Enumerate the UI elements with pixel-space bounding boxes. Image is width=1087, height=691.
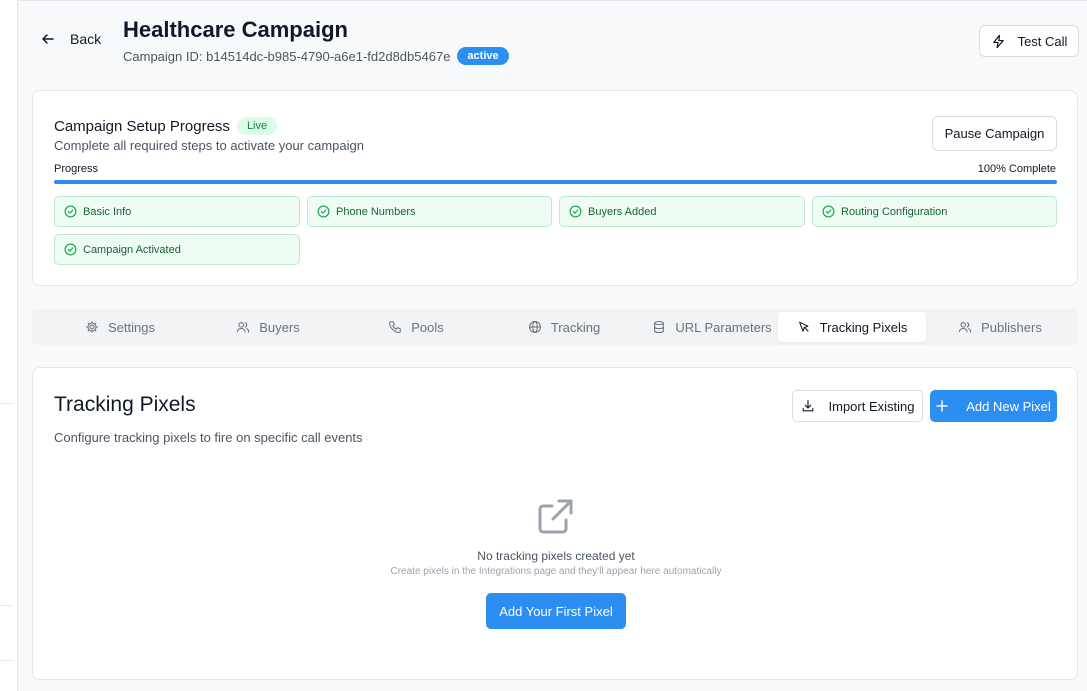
tab-label: Tracking: [550, 319, 601, 335]
progress-title: Campaign Setup Progress: [54, 117, 230, 135]
step-routing-configuration: Routing Configuration: [812, 196, 1057, 227]
tab-publishers[interactable]: Publishers: [926, 312, 1074, 342]
cursor-icon: [798, 321, 809, 332]
users-icon: [237, 322, 250, 333]
download-icon: [802, 400, 813, 412]
add-label: Add New Pixel: [966, 398, 1051, 414]
tab-url-parameters[interactable]: URL Parameters: [638, 312, 786, 342]
step-label: Routing Configuration: [841, 205, 948, 218]
section-title: Tracking Pixels: [54, 393, 196, 416]
empty-state-subtitle: Create pixels in the Integrations page a…: [390, 566, 722, 577]
step-phone-numbers: Phone Numbers: [307, 196, 552, 227]
campaign-id: Campaign ID: b14514dc-b985-4790-a6e1-fd2…: [123, 48, 451, 64]
tab-settings[interactable]: Settings: [46, 312, 194, 342]
tracking-pixels-card: Tracking Pixels Configure tracking pixel…: [32, 367, 1078, 680]
step-label: Campaign Activated: [83, 243, 181, 256]
tab-pools[interactable]: Pools: [342, 312, 490, 342]
tab-tracking[interactable]: Tracking: [490, 312, 638, 342]
tab-label: URL Parameters: [675, 319, 772, 335]
check-circle-icon: [64, 205, 77, 218]
step-label: Basic Info: [83, 205, 132, 218]
tab-buyers[interactable]: Buyers: [194, 312, 342, 342]
left-panel-edge: [0, 0, 18, 691]
check-circle-icon: [822, 205, 835, 218]
pause-campaign-button[interactable]: Pause Campaign: [932, 116, 1057, 151]
check-circle-icon: [317, 205, 330, 218]
check-circle-icon: [569, 205, 582, 218]
page-title: Healthcare Campaign: [123, 17, 348, 42]
test-call-button[interactable]: Test Call: [979, 25, 1079, 57]
step-buyers-added: Buyers Added: [559, 196, 805, 227]
tab-label: Publishers: [981, 319, 1042, 335]
tab-tracking-pixels[interactable]: Tracking Pixels: [778, 312, 926, 342]
globe-icon: [528, 321, 541, 333]
gear-icon: [86, 321, 98, 333]
progress-heading: Campaign Setup Progress Live: [54, 117, 278, 135]
empty-state-title: No tracking pixels created yet: [477, 549, 635, 563]
status-badge: active: [457, 47, 509, 65]
progress-description: Complete all required steps to activate …: [54, 138, 364, 153]
progress-label: Progress: [54, 163, 99, 175]
tab-label: Buyers: [259, 319, 300, 335]
step-label: Phone Numbers: [336, 205, 416, 218]
campaign-meta: Campaign ID: b14514dc-b985-4790-a6e1-fd2…: [123, 47, 509, 65]
progress-percent: 100% Complete: [977, 163, 1056, 175]
add-first-pixel-button[interactable]: Add Your First Pixel: [486, 593, 626, 629]
divider: [0, 605, 12, 606]
progress-bar: [54, 180, 1057, 184]
divider: [0, 403, 12, 404]
tab-label: Tracking Pixels: [819, 319, 908, 335]
back-label: Back: [70, 31, 102, 47]
tab-label: Pools: [411, 319, 444, 335]
setup-progress-card: Campaign Setup Progress Live Complete al…: [32, 90, 1078, 286]
database-icon: [654, 320, 665, 334]
arrow-left-icon: [42, 34, 54, 44]
plus-icon: [936, 400, 948, 412]
users-icon: [958, 322, 972, 333]
lightning-icon: [992, 34, 1004, 48]
step-basic-info: Basic Info: [54, 196, 300, 227]
phone-icon: [389, 321, 402, 334]
import-existing-button[interactable]: Import Existing: [792, 390, 923, 422]
progress-bar-fill: [54, 180, 1057, 184]
live-badge: Live: [236, 117, 278, 135]
step-label: Buyers Added: [588, 205, 657, 218]
step-campaign-activated: Campaign Activated: [54, 234, 300, 265]
check-circle-icon: [64, 243, 77, 256]
add-new-pixel-button[interactable]: Add New Pixel: [930, 390, 1057, 422]
campaign-tabs: Settings Buyers Pools Tracking URL Param…: [32, 309, 1078, 345]
tab-label: Settings: [108, 319, 155, 335]
divider: [0, 660, 12, 661]
divider: [17, 0, 1087, 1]
external-link-icon: [538, 499, 573, 534]
section-description: Configure tracking pixels to fire on spe…: [54, 430, 363, 445]
import-label: Import Existing: [828, 398, 915, 414]
back-button[interactable]: Back: [40, 31, 101, 47]
test-call-label: Test Call: [1017, 33, 1068, 49]
